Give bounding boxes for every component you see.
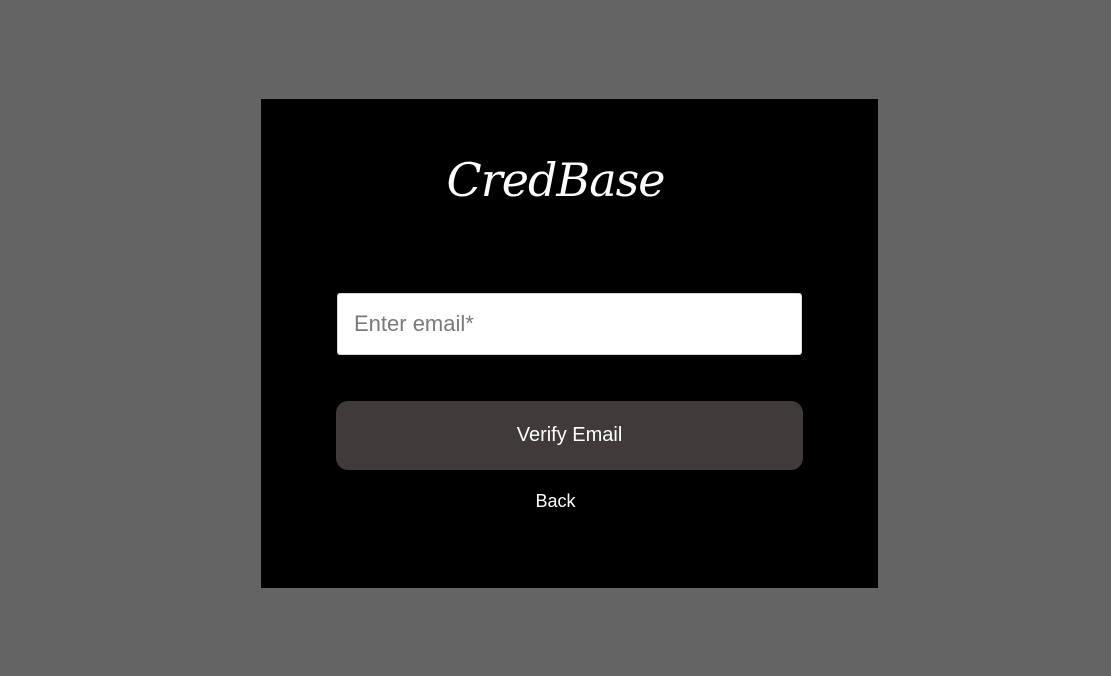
back-link[interactable]: Back (535, 491, 575, 511)
brand-logo: CredBase (446, 153, 666, 207)
page-backdrop: CredBase Verify Email Back (0, 0, 1111, 676)
email-input[interactable] (337, 293, 802, 355)
verify-email-button[interactable]: Verify Email (336, 401, 803, 470)
back-link-row: Back (0, 489, 1111, 513)
